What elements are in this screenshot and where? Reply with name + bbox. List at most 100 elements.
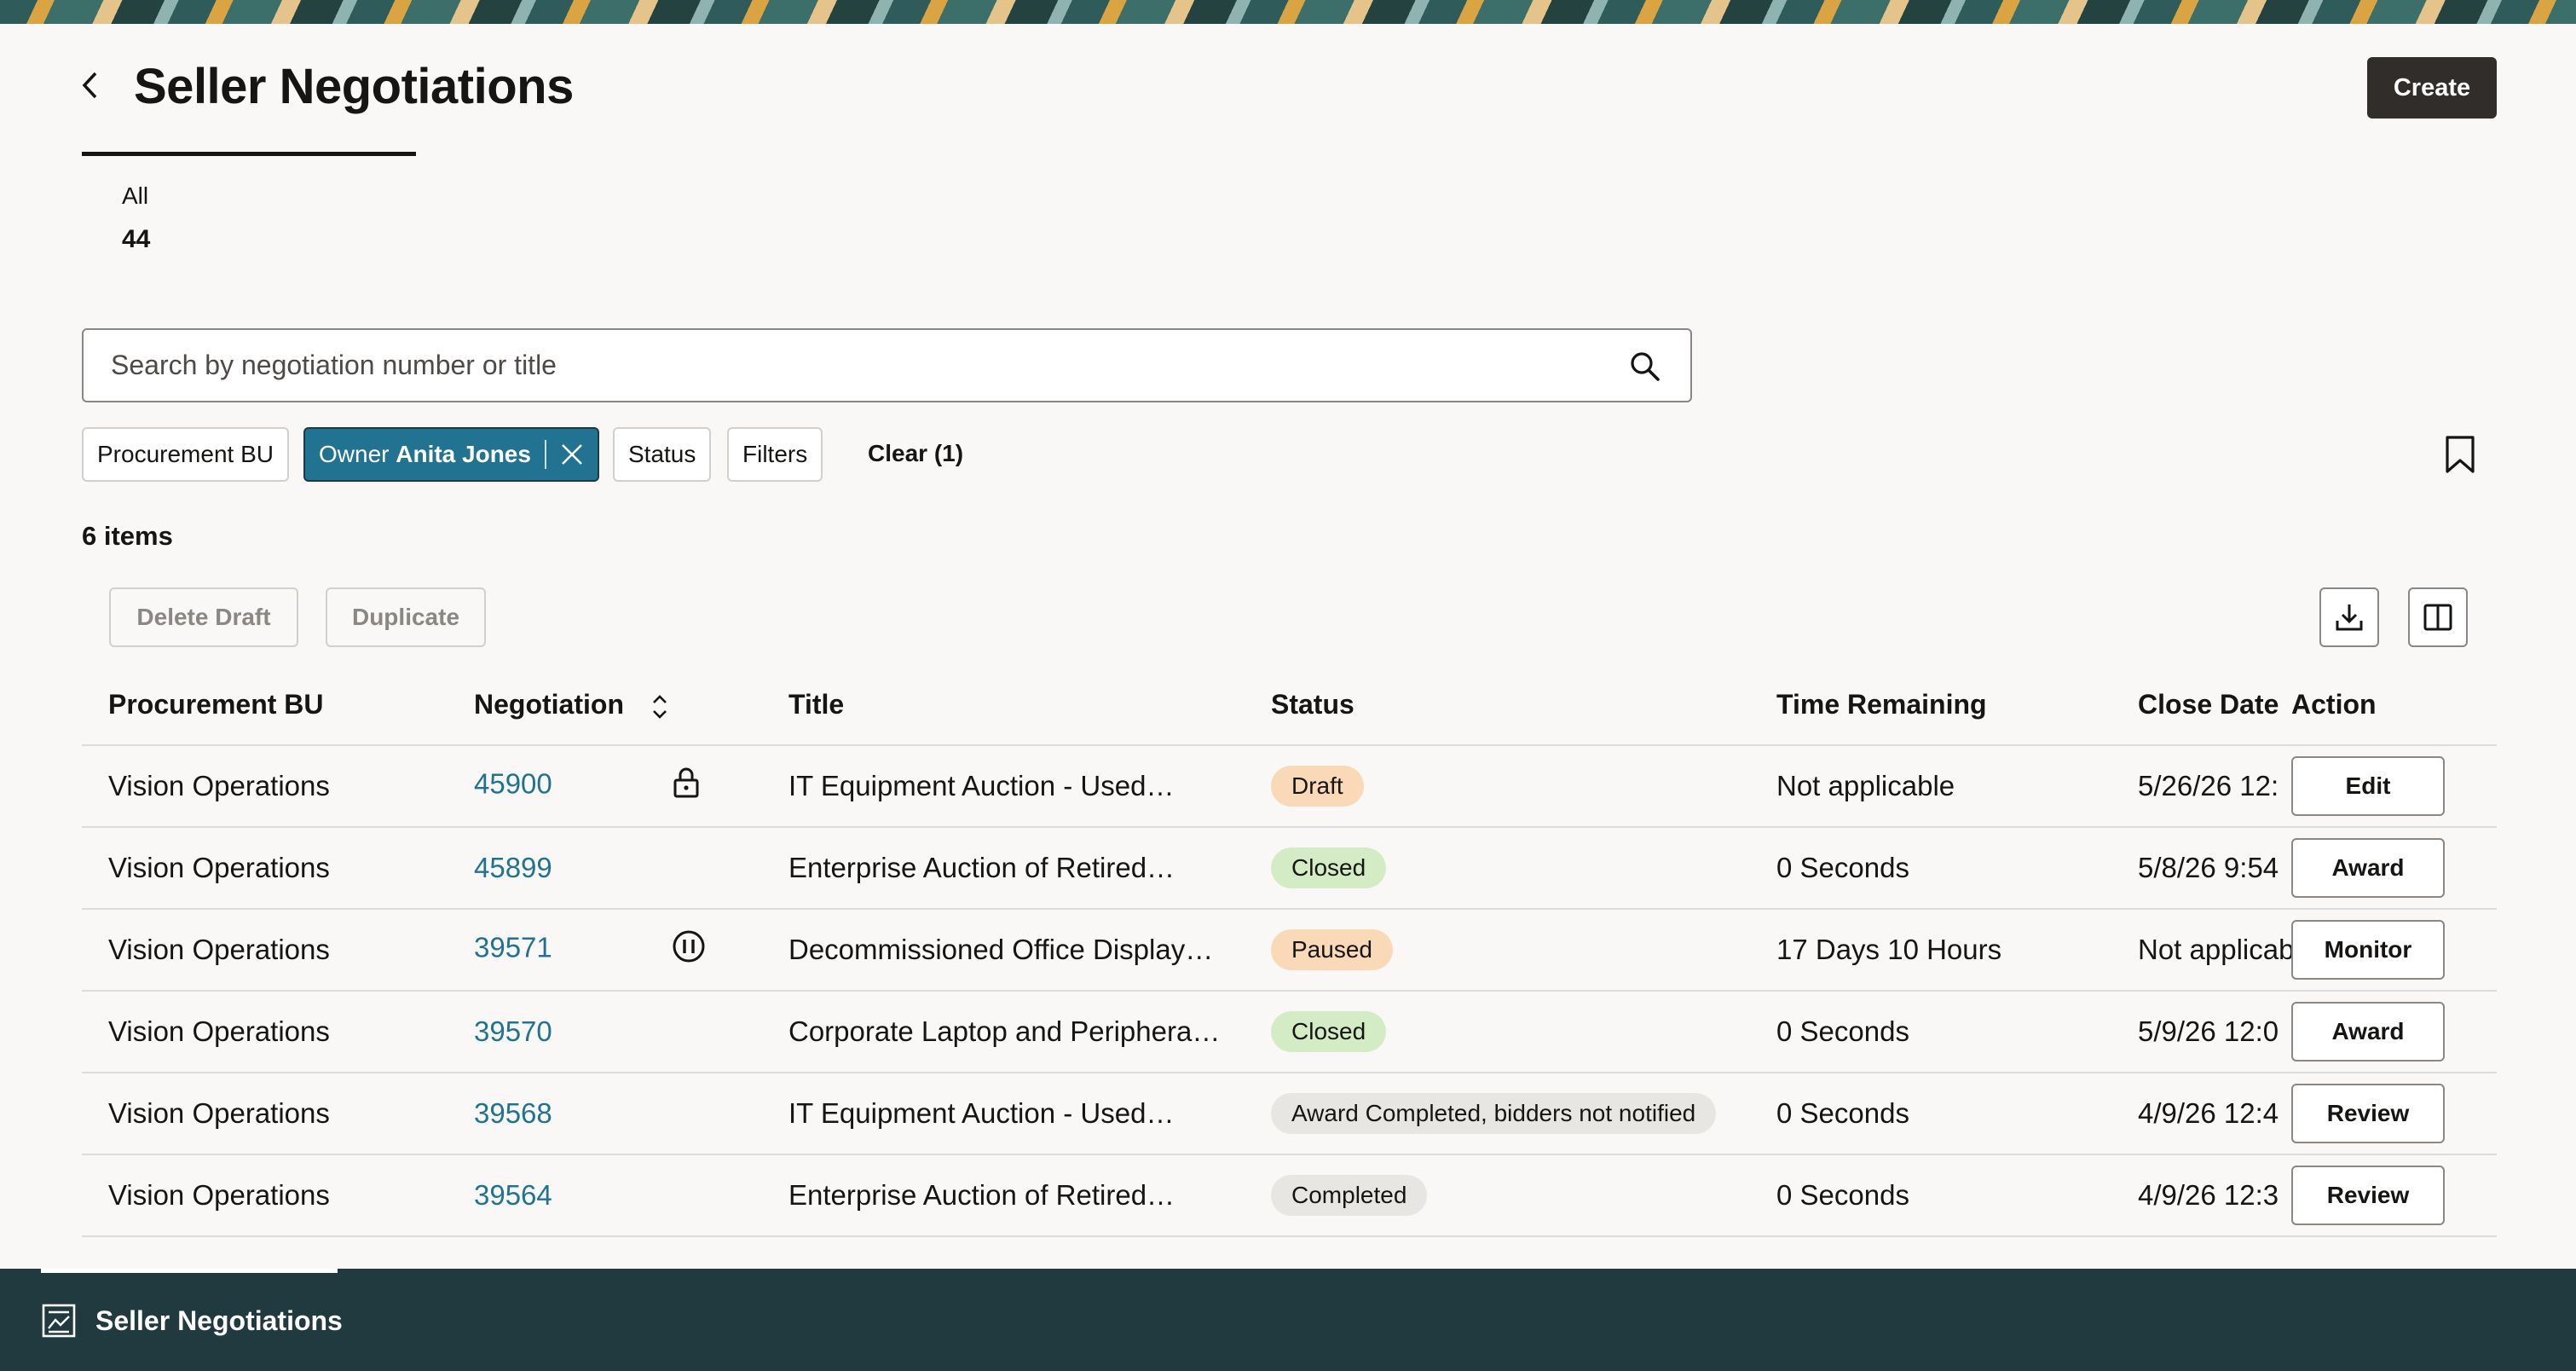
- summary-card-all[interactable]: All 44: [122, 182, 150, 254]
- cell-time-remaining: 0 Seconds: [1750, 827, 2111, 910]
- negotiation-link[interactable]: 45900: [474, 768, 552, 800]
- cell-negotiation: 45899: [448, 827, 762, 910]
- cell-time-remaining: 17 Days 10 Hours: [1750, 909, 2111, 992]
- search-input[interactable]: [111, 350, 1611, 381]
- columns-icon: [2423, 604, 2452, 631]
- decorative-banner: [0, 0, 2576, 24]
- clear-filters-link[interactable]: Clear (1): [868, 440, 963, 467]
- close-icon[interactable]: [560, 443, 584, 466]
- column-header-title: Title: [762, 665, 1245, 746]
- cell-status: Closed: [1245, 827, 1750, 910]
- filter-chip-procurement-bu[interactable]: Procurement BU: [82, 427, 289, 482]
- cell-procurement-bu: Vision Operations: [82, 745, 448, 828]
- cell-close-date: 5/9/26 12:0: [2111, 991, 2291, 1073]
- cell-action: Monitor: [2291, 909, 2497, 992]
- pause-icon: [672, 929, 706, 970]
- cell-negotiation: 39570: [448, 991, 762, 1073]
- filter-chip-label: Status: [628, 441, 696, 467]
- cell-negotiation: 39571: [448, 909, 762, 992]
- cell-action: Award: [2291, 991, 2497, 1073]
- negotiation-link[interactable]: 39564: [474, 1179, 552, 1211]
- cell-time-remaining: Not applicable: [1750, 745, 2111, 828]
- cell-negotiation: 45900: [448, 745, 762, 828]
- filter-chip-status[interactable]: Status: [613, 427, 712, 482]
- column-header-negotiation[interactable]: Negotiation: [448, 665, 762, 746]
- column-settings-button[interactable]: [2408, 587, 2468, 647]
- cell-status: Paused: [1245, 909, 1750, 992]
- row-action-button[interactable]: Award: [2291, 1002, 2445, 1062]
- table-row[interactable]: Vision Operations 39571 Decommissioned Off…: [82, 909, 2497, 992]
- chip-divider: [544, 440, 546, 469]
- cell-title: IT Equipment Auction - Used…: [762, 745, 1245, 828]
- status-badge: Award Completed, bidders not notified: [1271, 1093, 1717, 1134]
- row-action-button[interactable]: Edit: [2291, 756, 2445, 816]
- cell-status: Draft: [1245, 745, 1750, 828]
- bookmark-icon[interactable]: [2443, 435, 2477, 474]
- page-title: Seller Negotiations: [134, 59, 574, 114]
- back-button[interactable]: [73, 68, 107, 102]
- footer-active-indicator: [41, 1269, 338, 1273]
- cell-status: Award Completed, bidders not notified: [1245, 1073, 1750, 1155]
- cell-close-date: 4/9/26 12:3: [2111, 1154, 2291, 1237]
- negotiation-link[interactable]: 39570: [474, 1015, 552, 1047]
- cell-negotiation: 39568: [448, 1073, 762, 1155]
- cell-close-date: 5/26/26 12:: [2111, 745, 2291, 828]
- filter-chip-label: Procurement BU: [97, 441, 274, 467]
- column-header-procurement-bu: Procurement BU: [82, 665, 448, 746]
- items-count: 6 items: [82, 521, 173, 551]
- cell-status: Closed: [1245, 991, 1750, 1073]
- filter-chip-filters[interactable]: Filters: [727, 427, 823, 482]
- cell-time-remaining: 0 Seconds: [1750, 991, 2111, 1073]
- export-button[interactable]: [2319, 587, 2379, 647]
- row-action-button[interactable]: Monitor: [2291, 920, 2445, 980]
- cell-procurement-bu: Vision Operations: [82, 827, 448, 910]
- chevron-left-icon: [82, 72, 97, 99]
- row-action-button[interactable]: Award: [2291, 838, 2445, 898]
- create-button[interactable]: Create: [2367, 57, 2497, 119]
- status-badge: Completed: [1271, 1175, 1428, 1216]
- cell-title: Enterprise Auction of Retired…: [762, 827, 1245, 910]
- filter-chip-owner[interactable]: Owner Anita Jones: [303, 427, 599, 482]
- negotiation-link[interactable]: 39571: [474, 932, 552, 963]
- cell-action: Award: [2291, 827, 2497, 910]
- status-badge: Draft: [1271, 766, 1364, 807]
- cell-title: Corporate Laptop and Periphera…: [762, 991, 1245, 1073]
- column-header-action: Action: [2291, 665, 2497, 746]
- column-header-label: Negotiation: [474, 689, 624, 720]
- sort-icon[interactable]: [650, 693, 669, 720]
- table-row[interactable]: Vision Operations 39564 Enterprise Auction…: [82, 1154, 2497, 1237]
- cell-title: Decommissioned Office Display…: [762, 909, 1245, 992]
- status-badge: Paused: [1271, 929, 1393, 970]
- cell-procurement-bu: Vision Operations: [82, 991, 448, 1073]
- duplicate-button[interactable]: Duplicate: [326, 587, 486, 647]
- column-header-time-remaining: Time Remaining: [1750, 665, 2111, 746]
- download-icon: [2336, 605, 2363, 631]
- delete-draft-button[interactable]: Delete Draft: [109, 587, 298, 647]
- table-row[interactable]: Vision Operations 39570 Corporate Laptop a…: [82, 991, 2497, 1073]
- cell-close-date: 5/8/26 9:54: [2111, 827, 2291, 910]
- negotiation-link[interactable]: 39568: [474, 1097, 552, 1129]
- row-action-button[interactable]: Review: [2291, 1084, 2445, 1143]
- summary-label: All: [122, 182, 149, 209]
- cell-procurement-bu: Vision Operations: [82, 909, 448, 992]
- table-row[interactable]: Vision Operations 45900 IT Equipment Aucti…: [82, 745, 2497, 828]
- footer-nav-seller-negotiations[interactable]: Seller Negotiations: [41, 1303, 343, 1339]
- cell-close-date: 4/9/26 12:4: [2111, 1073, 2291, 1155]
- cell-action: Review: [2291, 1154, 2497, 1237]
- cell-time-remaining: 0 Seconds: [1750, 1154, 2111, 1237]
- table-row[interactable]: Vision Operations 45899 Enterprise Auction…: [82, 827, 2497, 910]
- search-icon[interactable]: [1629, 350, 1661, 383]
- row-action-button[interactable]: Review: [2291, 1166, 2445, 1225]
- cell-time-remaining: 0 Seconds: [1750, 1073, 2111, 1155]
- negotiations-table: Procurement BU Negotiation Title Status …: [82, 665, 2497, 1237]
- cell-negotiation: 39564: [448, 1154, 762, 1237]
- filter-chip-label: Filters: [742, 441, 808, 467]
- summary-count: 44: [122, 225, 151, 253]
- negotiation-link[interactable]: 45899: [474, 852, 552, 883]
- cell-title: IT Equipment Auction - Used…: [762, 1073, 1245, 1155]
- lock-icon: [672, 766, 701, 806]
- table-row[interactable]: Vision Operations 39568 IT Equipment Aucti…: [82, 1073, 2497, 1155]
- cell-action: Review: [2291, 1073, 2497, 1155]
- cell-title: Enterprise Auction of Retired…: [762, 1154, 1245, 1237]
- search-box[interactable]: [82, 328, 1692, 402]
